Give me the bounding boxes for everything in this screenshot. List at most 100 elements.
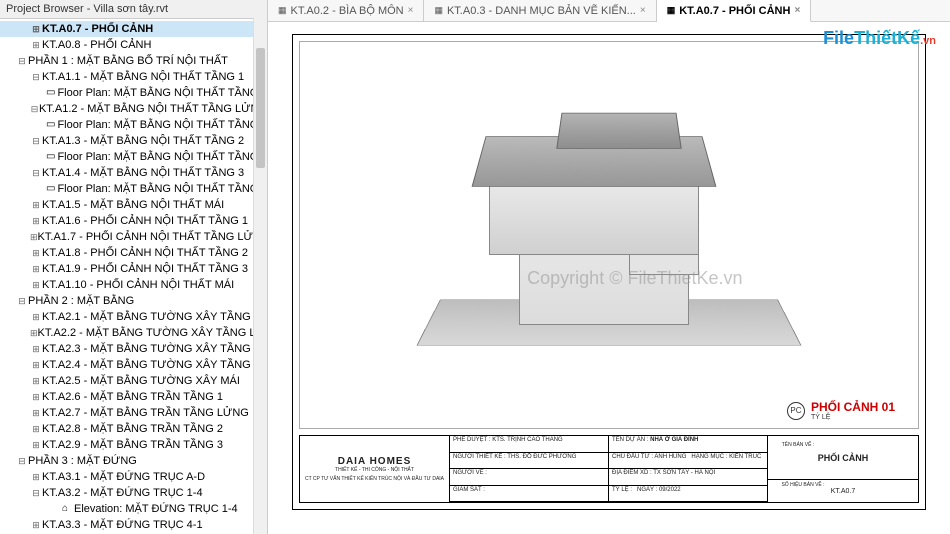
close-icon[interactable]: × bbox=[640, 5, 646, 16]
expand-icon[interactable]: ⊞ bbox=[30, 406, 42, 420]
tree-item-label: KT.A1.2 - MẶT BẰNG NỘI THẤT TẦNG LỬNG bbox=[39, 102, 267, 116]
tree-item-label: Elevation: MẶT ĐỨNG TRỤC 1-4 bbox=[74, 502, 238, 516]
tree-item[interactable]: ⊞KT.A2.3 - MẶT BẰNG TƯỜNG XÂY TẦNG 2 bbox=[0, 341, 267, 357]
tree-item[interactable]: ⌂Elevation: MẶT ĐỨNG TRỤC 1-4 bbox=[0, 501, 267, 517]
collapse-icon[interactable]: ⊟ bbox=[30, 166, 42, 180]
tree-item[interactable]: ⊞KT.A1.9 - PHỐI CẢNH NỘI THẤT TẦNG 3 bbox=[0, 261, 267, 277]
tree-item[interactable]: ⊟KT.A1.4 - MẶT BẰNG NỘI THẤT TẦNG 3 bbox=[0, 165, 267, 181]
tree-item[interactable]: ⊟KT.A1.1 - MẶT BẰNG NỘI THẤT TẦNG 1 bbox=[0, 69, 267, 85]
tree-item[interactable]: ⊞KT.A2.8 - MẶT BẰNG TRẦN TẦNG 2 bbox=[0, 421, 267, 437]
tree-item[interactable]: ⊟PHẦN 3 : MẶT ĐỨNG bbox=[0, 453, 267, 469]
expand-icon[interactable]: ⊞ bbox=[30, 470, 42, 484]
tree-item-label: PHẦN 3 : MẶT ĐỨNG bbox=[28, 454, 137, 468]
tree-item[interactable]: ⊞KT.A2.1 - MẶT BẰNG TƯỜNG XÂY TẦNG 1 bbox=[0, 309, 267, 325]
tree-item-label: Floor Plan: MẶT BẰNG NỘI THẤT TẦNG LỬNG bbox=[57, 118, 268, 132]
titleblock[interactable]: DAIA HOMES THIẾT KẾ - THI CÔNG - NỘI THẤ… bbox=[299, 435, 919, 503]
tree-item[interactable]: ▭Floor Plan: MẶT BẰNG NỘI THẤT TẦNG LỬNG bbox=[0, 117, 267, 133]
expand-icon[interactable]: ⊞ bbox=[30, 38, 42, 52]
expand-icon[interactable]: ⊞ bbox=[30, 518, 42, 532]
tree-item[interactable]: ⊟KT.A3.2 - MẶT ĐỨNG TRỤC 1-4 bbox=[0, 485, 267, 501]
tree-item[interactable]: ⊞KT.A1.6 - PHỐI CẢNH NỘI THẤT TẦNG 1 bbox=[0, 213, 267, 229]
view-tab[interactable]: ▦KT.A0.7 - PHỐI CẢNH× bbox=[657, 0, 812, 22]
tree-item-label: KT.A2.8 - MẶT BẰNG TRẦN TẦNG 2 bbox=[42, 422, 223, 436]
tree-item-label: KT.A2.7 - MẶT BẰNG TRẦN TẦNG LỬNG bbox=[42, 406, 249, 420]
close-icon[interactable]: × bbox=[408, 5, 414, 16]
titleblock-grid: PHÊ DUYỆT : KTS. TRỊNH CAO THĂNG TÊN DỰ … bbox=[450, 436, 768, 502]
tree-item[interactable]: ⊞KT.A2.4 - MẶT BẰNG TƯỜNG XÂY TẦNG 3 bbox=[0, 357, 267, 373]
expand-icon[interactable]: ⊞ bbox=[30, 390, 42, 404]
tree-item-label: KT.A1.4 - MẶT BẰNG NỘI THẤT TẦNG 3 bbox=[42, 166, 244, 180]
building-model-icon bbox=[429, 85, 789, 385]
tree-item[interactable]: ⊞KT.A2.6 - MẶT BẰNG TRẦN TẦNG 1 bbox=[0, 389, 267, 405]
expand-icon[interactable]: ⊞ bbox=[30, 358, 42, 372]
tree-item[interactable]: ⊞KT.A1.5 - MẶT BẰNG NỘI THẤT MÁI bbox=[0, 197, 267, 213]
tree-item[interactable]: ⊞KT.A2.2 - MẶT BẰNG TƯỜNG XÂY TẦNG LỬNG bbox=[0, 325, 267, 341]
view-title-tag[interactable]: PC PHỐI CẢNH 01 TỶ LỆ bbox=[787, 400, 895, 421]
tree-item-label: KT.A2.6 - MẶT BẰNG TRẦN TẦNG 1 bbox=[42, 390, 223, 404]
expand-icon[interactable]: ⊞ bbox=[30, 422, 42, 436]
tree-item[interactable]: ⊞KT.A2.9 - MẶT BẰNG TRẦN TẦNG 3 bbox=[0, 437, 267, 453]
view-tab[interactable]: ▦KT.A0.2 - BÌA BỘ MÔN× bbox=[268, 0, 424, 21]
expand-icon[interactable]: ⊞ bbox=[30, 22, 42, 36]
tree-item[interactable]: ⊞KT.A2.5 - MẶT BẰNG TƯỜNG XÂY MÁI bbox=[0, 373, 267, 389]
tree-item[interactable]: ⊞KT.A0.7 - PHỐI CẢNH bbox=[0, 21, 267, 37]
tree-item-label: KT.A1.9 - PHỐI CẢNH NỘI THẤT TẦNG 3 bbox=[42, 262, 248, 276]
panel-title: Project Browser - Villa sơn tây.rvt bbox=[0, 0, 267, 19]
drawing-canvas[interactable]: PC PHỐI CẢNH 01 TỶ LỆ DAIA HOMES THIẾT K… bbox=[268, 22, 950, 534]
collapse-icon[interactable]: ⊟ bbox=[30, 102, 39, 116]
tree-item-label: PHẦN 2 : MẶT BẰNG bbox=[28, 294, 134, 308]
expand-icon[interactable]: ⊞ bbox=[30, 326, 38, 340]
expand-icon[interactable]: ⊞ bbox=[30, 310, 42, 324]
tab-label: KT.A0.2 - BÌA BỘ MÔN bbox=[291, 5, 404, 17]
tree-item[interactable]: ⊞KT.A0.8 - PHỐI CẢNH bbox=[0, 37, 267, 53]
expand-icon[interactable]: ⊞ bbox=[30, 278, 42, 292]
scrollbar-vertical[interactable] bbox=[253, 18, 267, 534]
expand-icon[interactable]: ⊞ bbox=[30, 374, 42, 388]
tree-item-label: KT.A2.3 - MẶT BẰNG TƯỜNG XÂY TẦNG 2 bbox=[42, 342, 260, 356]
tree-item-label: KT.A2.9 - MẶT BẰNG TRẦN TẦNG 3 bbox=[42, 438, 223, 452]
tree-item[interactable]: ⊟KT.A1.3 - MẶT BẰNG NỘI THẤT TẦNG 2 bbox=[0, 133, 267, 149]
main-area: ▦KT.A0.2 - BÌA BỘ MÔN×▦KT.A0.3 - DANH MỤ… bbox=[268, 0, 950, 534]
tree-item[interactable]: ▭Floor Plan: MẶT BẰNG NỘI THẤT TẦNG 3 bbox=[0, 181, 267, 197]
expand-icon[interactable]: ⊞ bbox=[30, 198, 42, 212]
tree-item[interactable]: ⊟PHẦN 2 : MẶT BẰNG bbox=[0, 293, 267, 309]
expand-icon[interactable]: ⊞ bbox=[30, 214, 42, 228]
expand-icon[interactable]: ⊞ bbox=[30, 246, 42, 260]
tree-item-label: Floor Plan: MẶT BẰNG NỘI THẤT TẦNG 1 bbox=[57, 86, 267, 100]
tree-item-label: KT.A2.2 - MẶT BẰNG TƯỜNG XÂY TẦNG LỬNG bbox=[38, 326, 268, 340]
tree-item[interactable]: ⊞KT.A3.1 - MẶT ĐỨNG TRỤC A-D bbox=[0, 469, 267, 485]
collapse-icon[interactable]: ⊟ bbox=[16, 294, 28, 308]
view-scale-text: TỶ LỆ bbox=[811, 414, 895, 421]
expand-icon[interactable]: ⊞ bbox=[30, 438, 42, 452]
view-tab[interactable]: ▦KT.A0.3 - DANH MỤC BẢN VẼ KIẾN...× bbox=[424, 0, 656, 21]
project-browser-panel: Project Browser - Villa sơn tây.rvt ⊞KT.… bbox=[0, 0, 268, 534]
collapse-icon[interactable]: ⊟ bbox=[30, 70, 42, 84]
tree-item[interactable]: ⊞KT.A1.8 - PHỐI CẢNH NỘI THẤT TẦNG 2 bbox=[0, 245, 267, 261]
expand-icon[interactable]: ⊞ bbox=[30, 342, 42, 356]
collapse-icon[interactable]: ⊟ bbox=[30, 486, 42, 500]
tree-item[interactable]: ⊟PHẦN 1 : MẶT BẰNG BỐ TRÍ NỘI THẤT bbox=[0, 53, 267, 69]
tree-item[interactable]: ▭Floor Plan: MẶT BẰNG NỘI THẤT TẦNG 2 bbox=[0, 149, 267, 165]
collapse-icon[interactable]: ⊟ bbox=[30, 134, 42, 148]
fp-icon: ▭ bbox=[46, 86, 55, 100]
el-icon: ⌂ bbox=[58, 502, 72, 516]
view-title-text: PHỐI CẢNH 01 bbox=[811, 400, 895, 414]
tree-item-label: KT.A3.1 - MẶT ĐỨNG TRỤC A-D bbox=[42, 470, 205, 484]
tree-item[interactable]: ▭Floor Plan: MẶT BẰNG NỘI THẤT TẦNG 1 bbox=[0, 85, 267, 101]
collapse-icon[interactable]: ⊟ bbox=[16, 54, 28, 68]
close-icon[interactable]: × bbox=[794, 5, 800, 16]
tree-item[interactable]: ⊟KT.A1.2 - MẶT BẰNG NỘI THẤT TẦNG LỬNG bbox=[0, 101, 267, 117]
company-text: CT CP TƯ VẤN THIẾT KẾ KIẾN TRÚC NỘI VÀ Đ… bbox=[305, 476, 444, 482]
fp-icon: ▭ bbox=[46, 118, 55, 132]
expand-icon[interactable]: ⊞ bbox=[30, 262, 42, 276]
collapse-icon[interactable]: ⊟ bbox=[16, 454, 28, 468]
tree-item[interactable]: ⊞KT.A1.7 - PHỐI CẢNH NỘI THẤT TẦNG LỬNG bbox=[0, 229, 267, 245]
tree-item[interactable]: ⊞KT.A2.7 - MẶT BẰNG TRẦN TẦNG LỬNG bbox=[0, 405, 267, 421]
expand-icon[interactable]: ⊞ bbox=[30, 230, 38, 244]
sheet-frame: PC PHỐI CẢNH 01 TỶ LỆ DAIA HOMES THIẾT K… bbox=[292, 34, 926, 510]
tree-item-label: KT.A2.4 - MẶT BẰNG TƯỜNG XÂY TẦNG 3 bbox=[42, 358, 260, 372]
tree-item[interactable]: ⊞KT.A1.10 - PHỐI CẢNH NỘI THẤT MÁI bbox=[0, 277, 267, 293]
tree-item-label: KT.A3.3 - MẶT ĐỨNG TRỤC 4-1 bbox=[42, 518, 203, 532]
tree-item[interactable]: ⊞KT.A3.3 - MẶT ĐỨNG TRỤC 4-1 bbox=[0, 517, 267, 533]
3d-view[interactable] bbox=[299, 41, 919, 429]
